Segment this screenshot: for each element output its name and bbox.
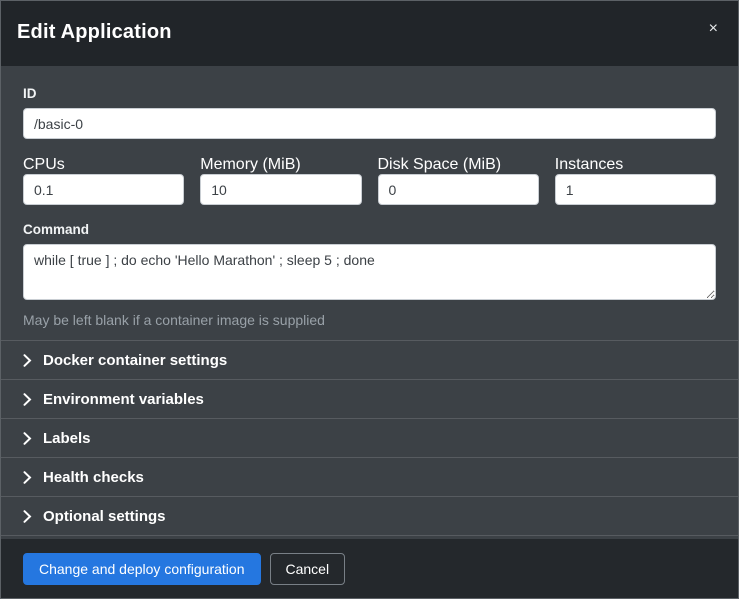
resources-row: CPUs Memory (MiB) Disk Space (MiB) Insta… — [23, 156, 716, 205]
cpus-input[interactable] — [23, 174, 184, 205]
chevron-right-icon — [23, 432, 32, 445]
chevron-right-icon — [23, 471, 32, 484]
command-label: Command — [23, 222, 716, 237]
change-and-deploy-button[interactable]: Change and deploy configuration — [23, 553, 261, 585]
section-label: Optional settings — [43, 508, 166, 525]
section-labels[interactable]: Labels — [1, 419, 738, 458]
section-health-checks[interactable]: Health checks — [1, 458, 738, 497]
command-help-text: May be left blank if a container image i… — [23, 312, 716, 328]
accordion-sections: Docker container settings Environment va… — [1, 340, 738, 539]
id-label: ID — [23, 86, 716, 101]
instances-field-group: Instances — [555, 156, 716, 205]
memory-label: Memory (MiB) — [200, 156, 300, 173]
cpus-label: CPUs — [23, 156, 65, 173]
section-optional-settings[interactable]: Optional settings — [1, 497, 738, 536]
id-field-group: ID — [23, 86, 716, 139]
chevron-right-icon — [23, 354, 32, 367]
section-label: Docker container settings — [43, 352, 227, 369]
id-input[interactable] — [23, 108, 716, 139]
memory-input[interactable] — [200, 174, 361, 205]
close-icon[interactable]: × — [701, 17, 726, 41]
modal-title: Edit Application — [17, 21, 722, 44]
command-field-group: Command while [ true ] ; do echo 'Hello … — [23, 222, 716, 328]
cancel-button[interactable]: Cancel — [270, 553, 346, 585]
modal-footer: Change and deploy configuration Cancel — [1, 539, 738, 598]
modal-header: Edit Application × — [1, 1, 738, 66]
instances-label: Instances — [555, 156, 623, 173]
edit-application-modal: Edit Application × ID CPUs Memory (MiB) … — [0, 0, 739, 599]
section-label: Labels — [43, 430, 91, 447]
section-label: Environment variables — [43, 391, 204, 408]
edit-application-form: ID CPUs Memory (MiB) Disk Space (MiB) In… — [1, 66, 738, 340]
section-environment-variables[interactable]: Environment variables — [1, 380, 738, 419]
chevron-right-icon — [23, 510, 32, 523]
instances-input[interactable] — [555, 174, 716, 205]
chevron-right-icon — [23, 393, 32, 406]
section-label: Health checks — [43, 469, 144, 486]
section-docker-container-settings[interactable]: Docker container settings — [1, 341, 738, 380]
disk-space-input[interactable] — [378, 174, 539, 205]
cpus-field-group: CPUs — [23, 156, 184, 205]
command-input[interactable]: while [ true ] ; do echo 'Hello Marathon… — [23, 244, 716, 300]
memory-field-group: Memory (MiB) — [200, 156, 361, 205]
disk-space-label: Disk Space (MiB) — [378, 156, 502, 173]
disk-space-field-group: Disk Space (MiB) — [378, 156, 539, 205]
